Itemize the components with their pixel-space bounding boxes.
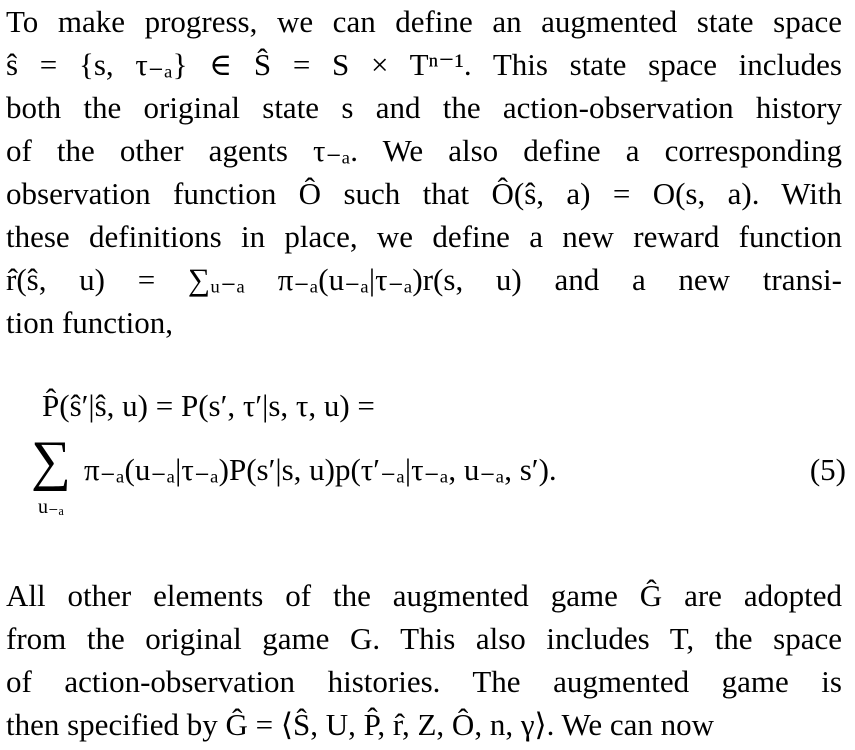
text-line: from the original game G. This also incl…: [6, 621, 842, 656]
paragraph-augmented-state: To make progress, we can define an augme…: [6, 0, 842, 344]
equation-line-1: P̂(ŝ′|ŝ, u) = P(s′, τ′|s, τ, u) =: [42, 388, 375, 423]
paragraph-augmented-game: All other elements of the augmented game…: [6, 574, 842, 746]
summation-subscript: u₋ₐ: [37, 496, 65, 518]
equation-body: π₋ₐ(u₋ₐ|τ₋ₐ)P(s′|s, u)p(τ′₋ₐ|τ₋ₐ, u₋ₐ, s…: [84, 452, 557, 487]
text-line: these definitions in place, we define a …: [6, 219, 842, 254]
text-line: All other elements of the augmented game…: [6, 578, 842, 613]
equation-line-2: ∑ u₋ₐ π₋ₐ(u₋ₐ|τ₋ₐ)P(s′|s, u)p(τ′₋ₐ|τ₋ₐ, …: [20, 432, 850, 542]
text-line: of action-observation histories. The aug…: [6, 664, 842, 699]
text-line: ŝ = {s, τ₋ₐ} ∈ Ŝ = S × Tⁿ⁻¹. This state …: [6, 47, 842, 82]
text-line: r̂(ŝ, u) = ∑ᵤ₋ₐ π₋ₐ(u₋ₐ|τ₋ₐ)r(s, u) and …: [6, 262, 842, 297]
summation: ∑ u₋ₐ: [20, 432, 82, 518]
text-line: To make progress, we can define an augme…: [6, 4, 842, 39]
summation-symbol: ∑: [31, 430, 71, 492]
equation-number: (5): [809, 452, 846, 487]
text-line: then specified by Ĝ = ⟨Ŝ, U, P̂, r̂, Z, …: [6, 707, 714, 742]
text-line: tion function,: [6, 305, 174, 340]
text-line: observation function Ô such that Ô(ŝ, a)…: [6, 176, 842, 211]
text-line: of the other agents τ₋ₐ. We also define …: [6, 133, 842, 168]
text-line: both the original state s and the action…: [6, 90, 842, 125]
